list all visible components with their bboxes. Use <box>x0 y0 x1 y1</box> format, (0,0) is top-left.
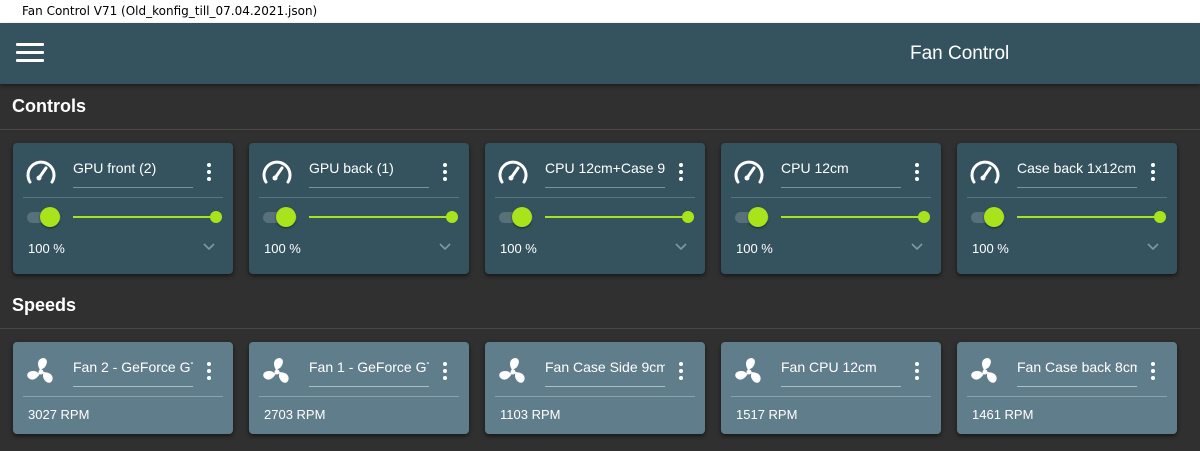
card-divider <box>259 396 459 397</box>
control-name-field[interactable]: CPU 12cm+Case 9cm <box>545 160 665 188</box>
speed-card: Fan CPU 12cm 1517 RPM <box>721 342 941 434</box>
percent-slider[interactable] <box>1017 207 1167 227</box>
speedometer-icon <box>734 160 764 184</box>
speed-name-field[interactable]: Fan 1 - GeForce GTX <box>309 359 429 387</box>
card-divider <box>495 197 695 198</box>
speed-card: Fan Case back 8cm 1461 RPM <box>957 342 1177 434</box>
more-options-icon[interactable] <box>440 361 450 381</box>
more-options-icon[interactable] <box>912 361 922 381</box>
speed-name-field[interactable]: Fan Case back 8cm <box>1017 359 1137 387</box>
app-title: Fan Control <box>910 43 1010 64</box>
card-divider <box>495 396 695 397</box>
speedometer-icon <box>26 160 56 184</box>
control-card: Case back 1x12cm 100 % <box>957 143 1177 274</box>
rpm-value: 1103 RPM <box>500 407 561 422</box>
controls-divider <box>0 129 1200 130</box>
percent-label: 100 % <box>28 241 65 256</box>
control-card: CPU 12cm 100 % <box>721 143 941 274</box>
more-options-icon[interactable] <box>676 162 686 182</box>
control-name-field[interactable]: Case back 1x12cm <box>1017 160 1137 188</box>
fan-icon <box>735 358 761 383</box>
controls-section-title: Controls <box>12 96 86 116</box>
percent-label: 100 % <box>264 241 301 256</box>
card-divider <box>731 396 931 397</box>
rpm-value: 2703 RPM <box>264 407 326 422</box>
speedometer-icon <box>262 160 292 184</box>
more-options-icon[interactable] <box>1148 162 1158 182</box>
fan-icon <box>263 358 289 383</box>
app-bar: Fan Control <box>0 23 1200 84</box>
chevron-down-icon[interactable] <box>1145 241 1161 253</box>
enable-toggle[interactable] <box>499 207 533 227</box>
more-options-icon[interactable] <box>912 162 922 182</box>
card-divider <box>23 197 223 198</box>
more-options-icon[interactable] <box>440 162 450 182</box>
window-title: Fan Control V71 (Old_konfig_till_07.04.2… <box>0 0 1200 23</box>
more-options-icon[interactable] <box>204 361 214 381</box>
rpm-value: 1461 RPM <box>972 407 1034 422</box>
chevron-down-icon[interactable] <box>437 241 453 253</box>
rpm-value: 3027 RPM <box>28 407 90 422</box>
speed-name-field[interactable]: Fan CPU 12cm <box>781 359 901 387</box>
speed-card: Fan 2 - GeForce GTX 3027 RPM <box>13 342 233 434</box>
chevron-down-icon[interactable] <box>201 241 217 253</box>
card-divider <box>23 396 223 397</box>
speed-name-field[interactable]: Fan Case Side 9cm <box>545 359 665 387</box>
percent-slider[interactable] <box>545 207 695 227</box>
enable-toggle[interactable] <box>735 207 769 227</box>
control-card: GPU front (2) 100 % <box>13 143 233 274</box>
speed-card: Fan Case Side 9cm 1103 RPM <box>485 342 705 434</box>
control-name-field[interactable]: GPU back (1) <box>309 160 429 188</box>
enable-toggle[interactable] <box>971 207 1005 227</box>
card-divider <box>259 197 459 198</box>
card-divider <box>731 197 931 198</box>
speed-card: Fan 1 - GeForce GTX 2703 RPM <box>249 342 469 434</box>
percent-slider[interactable] <box>309 207 459 227</box>
percent-label: 100 % <box>736 241 773 256</box>
percent-label: 100 % <box>972 241 1009 256</box>
hamburger-menu-icon[interactable] <box>14 39 46 67</box>
percent-label: 100 % <box>500 241 537 256</box>
fan-icon <box>27 358 53 383</box>
enable-toggle[interactable] <box>263 207 297 227</box>
chevron-down-icon[interactable] <box>909 241 925 253</box>
control-card: GPU back (1) 100 % <box>249 143 469 274</box>
more-options-icon[interactable] <box>1148 361 1158 381</box>
control-name-field[interactable]: GPU front (2) <box>73 160 193 188</box>
speedometer-icon <box>970 160 1000 184</box>
chevron-down-icon[interactable] <box>673 241 689 253</box>
more-options-icon[interactable] <box>676 361 686 381</box>
speedometer-icon <box>498 160 528 184</box>
card-divider <box>967 197 1167 198</box>
fan-icon <box>499 358 525 383</box>
percent-slider[interactable] <box>781 207 931 227</box>
card-divider <box>967 396 1167 397</box>
speeds-divider <box>0 328 1200 329</box>
rpm-value: 1517 RPM <box>736 407 798 422</box>
percent-slider[interactable] <box>73 207 223 227</box>
speeds-section-title: Speeds <box>12 295 77 315</box>
control-name-field[interactable]: CPU 12cm <box>781 160 901 188</box>
more-options-icon[interactable] <box>204 162 214 182</box>
enable-toggle[interactable] <box>27 207 61 227</box>
control-card: CPU 12cm+Case 9cm 100 % <box>485 143 705 274</box>
fan-icon <box>971 358 997 383</box>
speed-name-field[interactable]: Fan 2 - GeForce GTX <box>73 359 193 387</box>
